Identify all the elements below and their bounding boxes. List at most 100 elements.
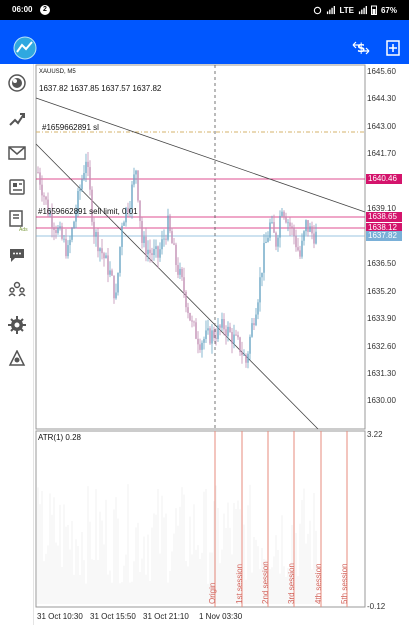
candle-body xyxy=(89,167,91,190)
price-tick: 1635.20 xyxy=(367,287,396,296)
atr-bar xyxy=(155,514,157,604)
trade-currency-button[interactable]: $ xyxy=(350,38,372,58)
price-tick: 1636.50 xyxy=(367,259,396,268)
atr-bar xyxy=(229,527,231,604)
candle-body xyxy=(289,222,291,227)
atr-bar xyxy=(219,563,221,604)
candle-body xyxy=(63,238,65,240)
atr-bar xyxy=(91,559,93,604)
candle-body xyxy=(203,338,205,343)
atr-bar xyxy=(223,513,225,604)
news-icon[interactable] xyxy=(8,178,26,196)
candle-body xyxy=(59,226,61,229)
atr-bar xyxy=(281,515,283,604)
candle-body xyxy=(55,230,57,233)
atr-bar xyxy=(279,573,281,604)
metatrader-logo-icon[interactable] xyxy=(12,36,38,60)
candle-body xyxy=(261,272,263,278)
atr-bar xyxy=(131,581,133,604)
candle-body xyxy=(135,170,137,175)
atr-bar xyxy=(311,569,313,604)
trading-journal-icon[interactable] xyxy=(8,210,26,228)
candle-body xyxy=(285,216,287,223)
candle-body xyxy=(273,222,275,233)
atr-bar xyxy=(245,579,247,604)
atr-bar xyxy=(297,576,299,604)
atr-bar xyxy=(191,554,193,604)
candle-body xyxy=(241,352,243,356)
time-tick: 1 Nov 03:30 xyxy=(199,612,243,621)
candle-body xyxy=(175,244,177,266)
candle-body xyxy=(137,170,139,201)
atr-bar xyxy=(127,484,129,604)
atr-bar xyxy=(255,539,257,604)
price-tag-bid: 1637.82 xyxy=(366,231,402,241)
atr-bar xyxy=(65,526,67,604)
price-tick: 1643.00 xyxy=(367,122,396,131)
candle-body xyxy=(297,247,299,251)
candle-body xyxy=(37,172,39,174)
candle-body xyxy=(141,220,143,243)
battery-icon xyxy=(370,5,377,15)
atr-bar xyxy=(231,554,233,604)
candle-body xyxy=(195,322,197,339)
atr-bar xyxy=(97,559,99,604)
atr-bar xyxy=(57,545,59,604)
candle-body xyxy=(147,249,149,255)
chat-icon[interactable] xyxy=(8,246,26,264)
mail-icon[interactable] xyxy=(8,144,26,162)
atr-bar xyxy=(89,521,91,604)
new-order-button[interactable] xyxy=(382,38,404,58)
atr-bar xyxy=(77,545,79,604)
indicator-label: ATR(1) 0.28 xyxy=(38,433,81,442)
price-tick: 1633.90 xyxy=(367,314,396,323)
candle-body xyxy=(197,338,199,345)
price-chart[interactable] xyxy=(34,64,409,625)
atr-bar xyxy=(81,532,83,604)
symbol-label: XAUUSD, M5 xyxy=(39,69,76,75)
atr-bar xyxy=(123,565,125,604)
atr-bar xyxy=(185,561,187,604)
session-label-5: 5th session xyxy=(340,563,349,604)
atr-bar xyxy=(147,534,149,604)
candle-body xyxy=(311,226,313,234)
candle-body xyxy=(177,265,179,275)
atr-bar xyxy=(205,489,207,604)
candle-body xyxy=(227,326,229,336)
atr-bar xyxy=(53,497,55,604)
candle-body xyxy=(45,196,47,200)
time-tick: 31 Oct 15:50 xyxy=(90,612,136,621)
candle-body xyxy=(215,337,217,339)
candle-body xyxy=(313,233,315,244)
quotes-icon[interactable] xyxy=(8,74,26,92)
atr-bar xyxy=(201,552,203,604)
atr-bar xyxy=(145,574,147,604)
traders-community-icon[interactable] xyxy=(8,350,26,368)
candle-body xyxy=(299,250,301,257)
atr-bar xyxy=(61,566,63,604)
chart-trend-icon[interactable] xyxy=(8,110,26,128)
atr-bar xyxy=(43,561,45,604)
candle-body xyxy=(73,221,75,229)
price-tick: 1641.70 xyxy=(367,149,396,158)
candle-body xyxy=(251,323,253,337)
atr-bar xyxy=(271,567,273,604)
atr-bar xyxy=(47,545,49,604)
settings-gear-icon[interactable] xyxy=(8,316,26,334)
atr-bar xyxy=(37,487,39,604)
atr-bar xyxy=(113,509,115,604)
chart-area[interactable]: XAUUSD, M5 1637.82 1637.85 1637.57 1637.… xyxy=(34,64,409,625)
candle-body xyxy=(205,330,207,339)
candle-body xyxy=(155,246,157,250)
candle-body xyxy=(279,215,281,238)
candle-body xyxy=(223,319,225,330)
signal-icon-2 xyxy=(358,5,367,14)
community-icon[interactable] xyxy=(8,280,26,298)
atr-bar xyxy=(59,504,61,604)
atr-bar xyxy=(79,574,81,604)
atr-bar xyxy=(161,495,163,604)
atr-bar xyxy=(69,549,71,604)
atr-bar xyxy=(105,499,107,604)
atr-bar xyxy=(73,574,75,604)
add-order-icon xyxy=(386,40,400,56)
